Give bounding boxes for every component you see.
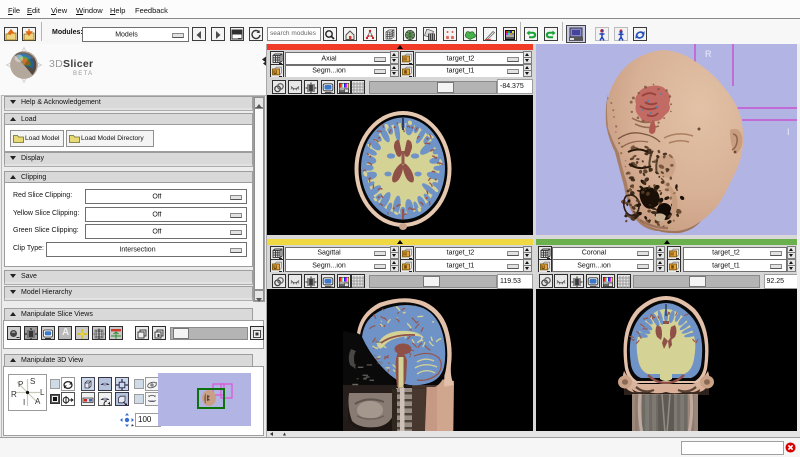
svg-text:I: I: [23, 398, 25, 407]
svg-text:A: A: [35, 397, 41, 406]
svg-text:P: P: [18, 380, 23, 389]
svg-text:R: R: [705, 49, 712, 59]
svg-text:I: I: [787, 127, 790, 137]
svg-text:L: L: [40, 388, 45, 397]
svg-text:S: S: [30, 377, 35, 386]
svg-text:R: R: [11, 390, 17, 399]
